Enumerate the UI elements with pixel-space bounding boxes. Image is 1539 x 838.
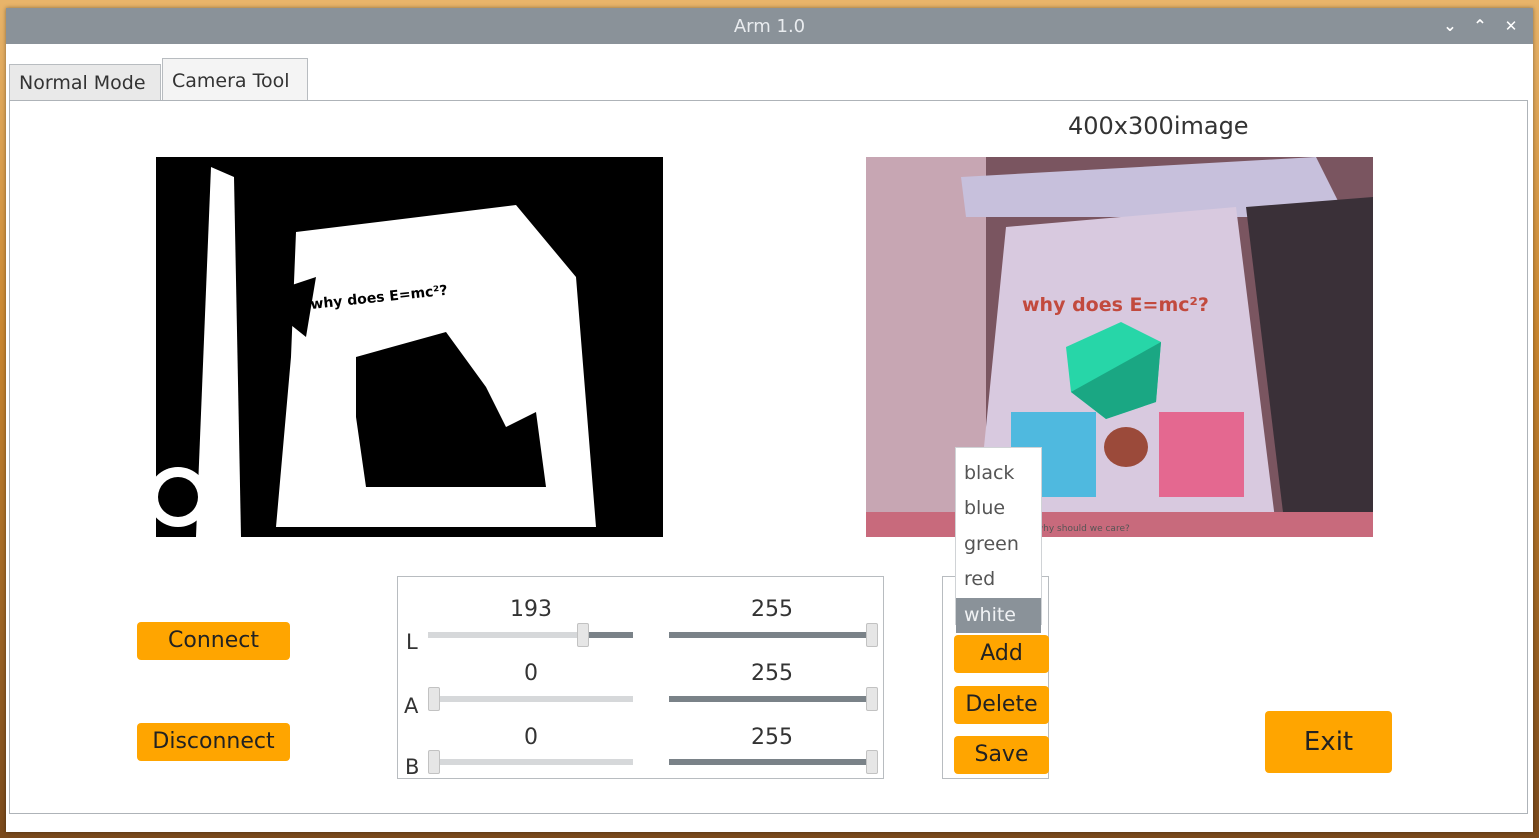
a-max-value: 255 (751, 661, 793, 686)
tab-bar: Normal Mode Camera Tool (6, 44, 1533, 100)
l-axis-label: L (406, 630, 418, 654)
b-max-slider-handle[interactable] (866, 750, 878, 774)
l-min-slider-handle[interactable] (577, 623, 590, 647)
color-option-red[interactable]: red (956, 562, 1041, 597)
minimize-icon[interactable]: ⌄ (1439, 15, 1461, 37)
a-min-slider-track[interactable] (428, 696, 633, 702)
a-axis-label: A (404, 694, 419, 718)
tab-camera-tool[interactable]: Camera Tool (162, 58, 308, 100)
color-option-white[interactable]: white (956, 598, 1041, 633)
l-max-slider-fill (669, 632, 874, 638)
image-size-label: 400x300image (1068, 112, 1249, 140)
l-max-value: 255 (751, 597, 793, 622)
save-button[interactable]: Save (954, 736, 1049, 774)
mask-image: why does E=mc²? (156, 157, 663, 537)
delete-button[interactable]: Delete (954, 686, 1049, 724)
l-min-value: 193 (510, 597, 552, 622)
l-min-slider-fill (583, 632, 633, 638)
b-min-slider-handle[interactable] (428, 750, 440, 774)
disconnect-button[interactable]: Disconnect (137, 723, 290, 761)
exit-button[interactable]: Exit (1265, 711, 1392, 773)
window-title: Arm 1.0 (733, 16, 806, 37)
b-max-value: 255 (751, 725, 793, 750)
connect-button[interactable]: Connect (137, 622, 290, 660)
b-max-slider-fill (669, 759, 874, 765)
color-option-black[interactable]: black (956, 456, 1041, 491)
a-min-value: 0 (524, 661, 538, 686)
a-max-slider-handle[interactable] (866, 687, 878, 711)
a-max-slider-fill (669, 696, 874, 702)
lab-threshold-panel: 193 255 L 0 255 A 0 255 B (397, 576, 884, 779)
add-button[interactable]: Add (954, 635, 1049, 673)
maximize-icon[interactable]: ⌃ (1469, 15, 1491, 37)
title-bar[interactable]: Arm 1.0 ⌄ ⌃ ✕ (6, 8, 1533, 44)
tab-normal-mode[interactable]: Normal Mode (9, 64, 161, 100)
a-min-slider-handle[interactable] (428, 687, 440, 711)
b-min-slider-track[interactable] (428, 759, 633, 765)
l-max-slider-handle[interactable] (866, 623, 878, 647)
camera-image: why does E=mc²? and why should we care? (866, 157, 1373, 537)
close-icon[interactable]: ✕ (1500, 15, 1522, 37)
mask-image-graphic: why does E=mc²? (156, 157, 663, 537)
color-option-blue[interactable]: blue (956, 491, 1041, 526)
b-axis-label: B (405, 755, 420, 779)
color-preset-list[interactable]: black blue green red white (955, 447, 1042, 633)
b-min-value: 0 (524, 725, 538, 750)
book-cover-text: why does E=mc²? (1022, 294, 1209, 316)
camera-image-graphic: why does E=mc²? and why should we care? (866, 157, 1373, 537)
color-option-green[interactable]: green (956, 527, 1041, 562)
